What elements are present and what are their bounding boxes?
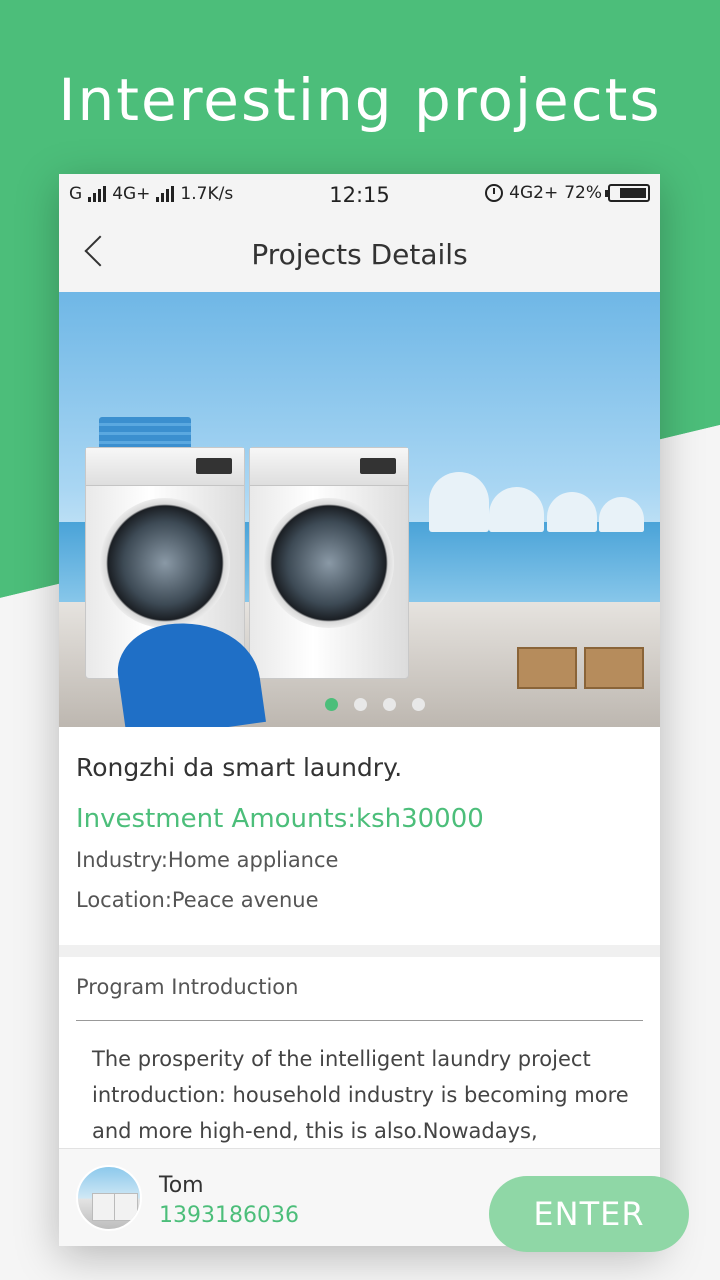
contact-name: Tom (159, 1173, 204, 1198)
intro-text: The prosperity of the intelligent laundr… (92, 1047, 629, 1143)
industry-label: Industry:Home appliance (76, 848, 339, 872)
investment-amount: Investment Amounts:ksh30000 (76, 804, 484, 834)
status-right: 4G2+ 72% (485, 183, 650, 203)
nav-bar: Projects Details (59, 214, 660, 292)
battery-percent: 72% (564, 183, 602, 203)
dryer-machine (249, 447, 409, 679)
carousel-dot[interactable] (353, 698, 367, 711)
alarm-icon (485, 184, 504, 202)
carousel-dot[interactable] (324, 698, 338, 711)
section-gap (59, 945, 660, 957)
promo-headline: Interesting projects (58, 66, 662, 134)
avatar[interactable] (76, 1165, 142, 1231)
project-name: Rongzhi da smart laundry. (76, 753, 403, 782)
carousel-dot[interactable] (411, 698, 425, 711)
enter-button[interactable]: ENTER (489, 1176, 689, 1252)
project-info: Rongzhi da smart laundry. Investment Amo… (59, 727, 660, 945)
building (599, 497, 644, 532)
building (489, 487, 544, 532)
location-label: Location:Peace avenue (76, 888, 319, 912)
page-title: Projects Details (251, 238, 468, 271)
battery-icon (605, 184, 650, 202)
carousel-dots (59, 698, 660, 711)
basket (584, 647, 644, 689)
network-label-3: 4G2+ (509, 183, 559, 203)
intro-header: Program Introduction (59, 957, 660, 1020)
building (547, 492, 597, 532)
phone-screen: G 4G+ 1.7K/s 12:15 4G2+ 72% Projects Det… (59, 174, 660, 1246)
building (429, 472, 489, 532)
project-image-carousel[interactable] (59, 292, 660, 727)
carousel-dot[interactable] (382, 698, 396, 711)
towel-stack (99, 417, 191, 451)
basket (517, 647, 577, 689)
status-bar: G 4G+ 1.7K/s 12:15 4G2+ 72% (59, 174, 660, 214)
contact-phone[interactable]: 1393186036 (159, 1203, 299, 1228)
intro-title: Program Introduction (76, 975, 299, 999)
